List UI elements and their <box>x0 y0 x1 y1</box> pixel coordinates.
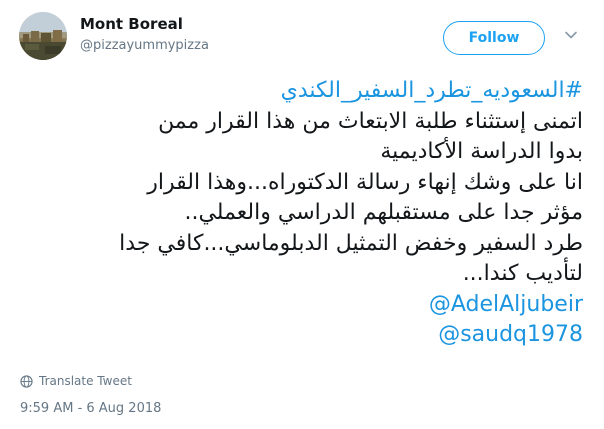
avatar-image <box>19 12 67 60</box>
tweet-timestamp[interactable]: 9:59 AM - 6 Aug 2018 <box>20 401 161 416</box>
globe-icon <box>20 374 33 388</box>
tweet-text: #السعوديه_تطرد_السفير_الكندي اتمنى إستثن… <box>20 76 583 351</box>
mention-link[interactable]: @saudq1978 <box>20 320 583 351</box>
user-handle[interactable]: @pizzayummypizza <box>80 38 209 53</box>
tweet-header: Mont Boreal @pizzayummypizza Follow <box>0 0 604 70</box>
mention-link[interactable]: @AdelAljubeir <box>20 290 583 321</box>
user-name[interactable]: Mont Boreal <box>80 15 183 33</box>
tweet-line: مؤثر جدا على مستقبلهم الدراسي والعملي.. <box>184 200 583 225</box>
translate-label: Translate Tweet <box>39 374 132 388</box>
tweet-line: اتمنى إستثناء طلبة الابتعاث من هذا القرا… <box>158 108 583 134</box>
avatar[interactable] <box>19 12 67 60</box>
tweet-line: لتأديب كندا... <box>462 261 583 286</box>
translate-tweet-link[interactable]: Translate Tweet <box>20 372 132 390</box>
tweet-line: طرد السفير وخفض التمثيل الدبلوماسي...كاف… <box>119 230 583 256</box>
chevron-down-icon[interactable] <box>563 27 579 43</box>
follow-button[interactable]: Follow <box>443 21 545 55</box>
tweet-line: بدوا الدراسة الأكاديمية <box>380 139 583 164</box>
tweet-line: انا على وشك إنهاء رسالة الدكتوراه...وهذا… <box>147 169 583 195</box>
hashtag-link[interactable]: #السعوديه_تطرد_السفير_الكندي <box>20 76 583 107</box>
